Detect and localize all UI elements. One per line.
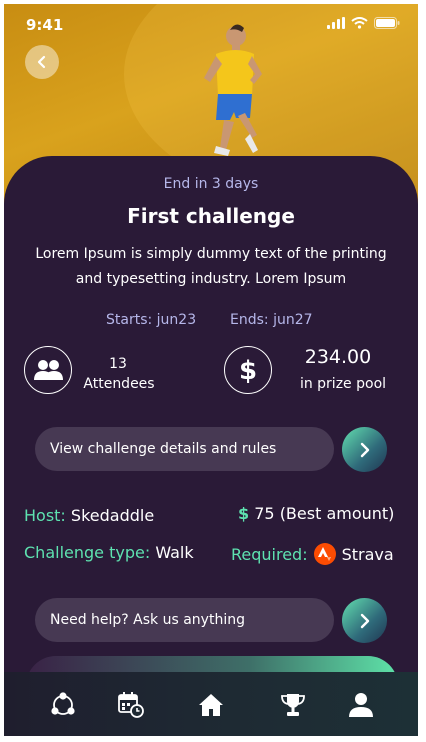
- community-icon: [51, 692, 75, 715]
- profile-icon: [349, 693, 373, 717]
- amount-row: $ 75 (Best amount): [238, 504, 394, 523]
- wifi-icon: [351, 17, 368, 29]
- challenge-title: First challenge: [127, 204, 295, 228]
- challenge-type-row: Challenge type: Walk: [24, 543, 194, 562]
- attendees-badge: [24, 346, 72, 394]
- view-details-label: View challenge details and rules: [50, 441, 277, 457]
- tab-leaderboard[interactable]: [278, 690, 308, 720]
- app-screen: 9:41 End in 3 days First challenge Lorem…: [4, 4, 418, 736]
- prize-label: in prize pool: [299, 376, 387, 392]
- svg-text:$: $: [239, 356, 257, 385]
- chevron-right-icon: [360, 613, 369, 628]
- ends-in-label: End in 3 days: [163, 176, 259, 192]
- amount-value: 75: [254, 504, 275, 523]
- back-button[interactable]: [25, 45, 59, 79]
- tab-home[interactable]: [196, 690, 226, 720]
- dollar-icon: $: [239, 356, 257, 385]
- help-label: Need help? Ask us anything: [50, 612, 245, 628]
- tab-profile[interactable]: [346, 690, 376, 720]
- status-time: 9:41: [26, 16, 64, 34]
- help-arrow-button[interactable]: [342, 598, 387, 643]
- amount-note: (Best amount): [279, 504, 395, 523]
- signal-icon: [327, 17, 345, 29]
- attendees-label: Attendees: [83, 376, 155, 392]
- status-bar: 9:41: [4, 4, 418, 44]
- required-label: Required:: [231, 544, 308, 564]
- host-row: Host: Skedaddle: [24, 506, 154, 525]
- view-details-arrow-button[interactable]: [342, 427, 387, 472]
- prize-amount: 234.00: [304, 346, 372, 368]
- calendar-icon: [118, 692, 144, 718]
- strava-icon: [313, 543, 336, 565]
- start-date: Starts: jun23: [106, 312, 197, 328]
- challenge-description: Lorem Ipsum is simply dummy text of the …: [35, 246, 387, 287]
- tab-bar: [4, 672, 418, 736]
- home-icon: [199, 694, 223, 716]
- trophy-icon: [281, 694, 305, 716]
- tab-community[interactable]: [48, 690, 78, 720]
- chevron-right-icon: [360, 442, 369, 457]
- challenge-type-label: Challenge type:: [24, 543, 151, 562]
- prize-badge: $: [224, 346, 272, 394]
- tab-calendar[interactable]: [116, 690, 146, 720]
- dollar-sign-icon: $: [238, 504, 250, 523]
- required-value: Strava: [341, 544, 394, 564]
- people-icon: [34, 360, 63, 380]
- end-date: Ends: jun27: [230, 312, 313, 328]
- host-value: Skedaddle: [70, 506, 155, 525]
- host-label: Host:: [24, 506, 66, 525]
- chevron-left-icon: [37, 55, 46, 69]
- battery-icon: [374, 17, 400, 29]
- view-details-button[interactable]: View challenge details and rules: [35, 427, 334, 471]
- challenge-type-value: Walk: [155, 543, 194, 562]
- attendees-count: 13: [109, 356, 127, 372]
- required-row: Required: Strava: [231, 543, 394, 565]
- help-button[interactable]: Need help? Ask us anything: [35, 598, 334, 642]
